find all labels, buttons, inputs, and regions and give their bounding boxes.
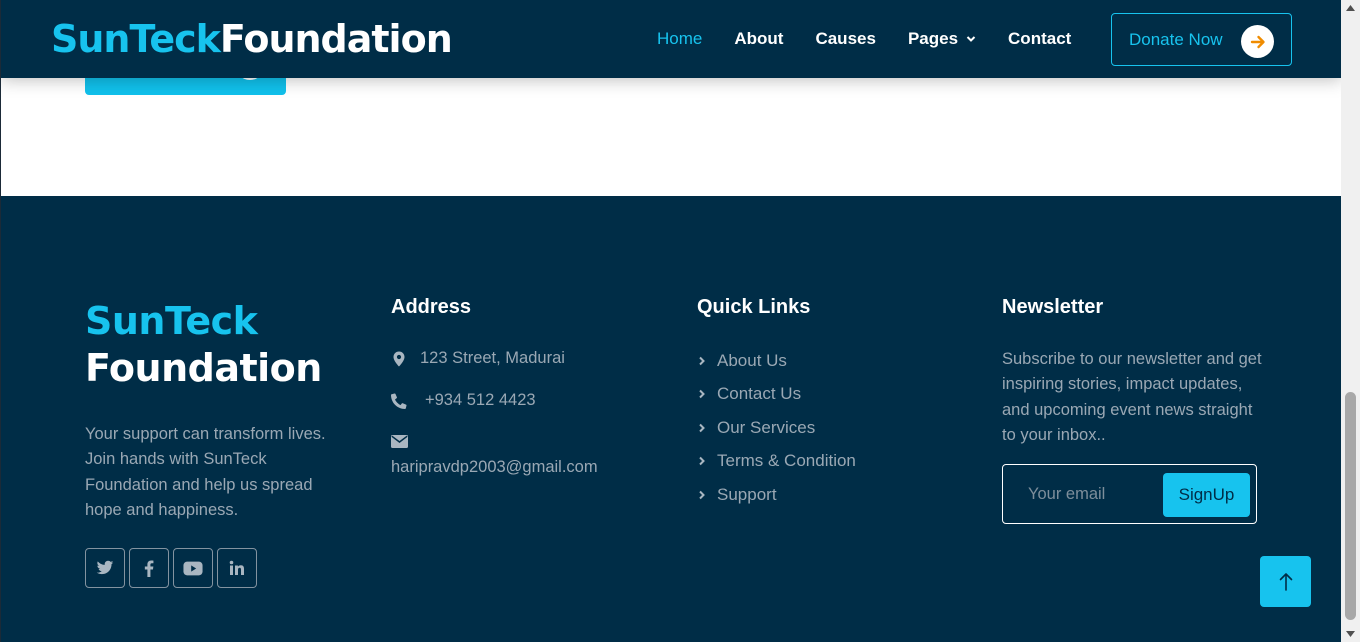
chevron-right-icon (699, 389, 705, 399)
scroll-up-arrow-icon[interactable] (1345, 3, 1356, 13)
site-logo[interactable]: SunTeckFoundation (51, 15, 453, 63)
address-email: haripravdp2003@gmail.com (391, 458, 598, 476)
newsletter-email-input[interactable] (1015, 475, 1160, 513)
phone-icon (391, 392, 407, 409)
newsletter-form: SignUp (1002, 464, 1257, 524)
nav-pages[interactable]: Pages (908, 29, 976, 49)
quick-link-contact-us[interactable]: Contact Us (697, 384, 801, 404)
quick-link-support[interactable]: Support (697, 485, 777, 505)
chevron-right-icon (699, 423, 705, 433)
footer-brand-description: Your support can transform lives. Join h… (85, 425, 326, 519)
quick-link-terms[interactable]: Terms & Condition (697, 451, 856, 471)
donate-now-label: Donate Now (1129, 29, 1223, 49)
nav-links: Home About Causes Pages Contact (657, 0, 1103, 78)
footer-brand-foundation: Foundation (85, 346, 322, 390)
map-marker-icon (393, 351, 405, 366)
newsletter-description: Subscribe to our newsletter and get insp… (1002, 350, 1262, 444)
footer-brand-sunteck: SunTeck (85, 299, 258, 343)
chevron-right-icon (699, 490, 705, 500)
donate-now-button[interactable]: Donate Now (1111, 13, 1292, 66)
arrow-right-icon (1241, 25, 1274, 58)
quick-link-about-us[interactable]: About Us (697, 351, 787, 371)
facebook-icon[interactable] (129, 548, 169, 588)
envelope-icon (391, 435, 408, 448)
social-links (85, 548, 261, 588)
address-street-row: 123 Street, Madurai (391, 349, 565, 368)
nav-about[interactable]: About (734, 29, 783, 49)
quick-link-our-services[interactable]: Our Services (697, 418, 815, 438)
scroll-down-arrow-icon[interactable] (1345, 629, 1356, 639)
arrow-up-icon (1279, 572, 1292, 591)
address-street: 123 Street, Madurai (420, 349, 565, 367)
quick-link-label: Support (717, 485, 777, 504)
chevron-right-icon (699, 456, 705, 466)
quick-link-label: Contact Us (717, 384, 802, 403)
footer: SunTeck Foundation Your support can tran… (1, 196, 1341, 642)
page-scrollbar[interactable] (1341, 0, 1360, 642)
nav-home[interactable]: Home (657, 29, 702, 49)
newsletter-title: Newsletter (1002, 296, 1104, 318)
quick-link-label: Terms & Condition (717, 451, 856, 470)
nav-pages-label: Pages (907, 29, 959, 48)
quick-link-label: About Us (717, 351, 787, 370)
signup-button[interactable]: SignUp (1163, 473, 1250, 517)
chevron-right-icon (699, 356, 705, 366)
logo-part-foundation: Foundation (219, 17, 453, 61)
nav-contact[interactable]: Contact (1008, 29, 1071, 49)
back-to-top-button[interactable] (1260, 556, 1311, 607)
page-viewport: SunTeckFoundation Home About Causes Page… (0, 0, 1341, 642)
youtube-icon[interactable] (173, 548, 213, 588)
address-title: Address (391, 296, 472, 318)
logo-part-sunteck: SunTeck (51, 17, 221, 61)
quick-links-title: Quick Links (697, 296, 811, 318)
address-phone: +934 512 4423 (425, 391, 536, 409)
linkedin-icon[interactable] (217, 548, 257, 588)
address-phone-row: +934 512 4423 (391, 391, 536, 410)
nav-causes[interactable]: Causes (815, 29, 875, 49)
twitter-icon[interactable] (85, 548, 125, 588)
navbar: SunTeckFoundation Home About Causes Page… (1, 0, 1341, 78)
scrollbar-thumb[interactable] (1345, 392, 1356, 620)
quick-link-label: Our Services (717, 418, 816, 437)
chevron-down-icon (966, 36, 976, 42)
address-email-row: haripravdp2003@gmail.com (391, 458, 598, 477)
